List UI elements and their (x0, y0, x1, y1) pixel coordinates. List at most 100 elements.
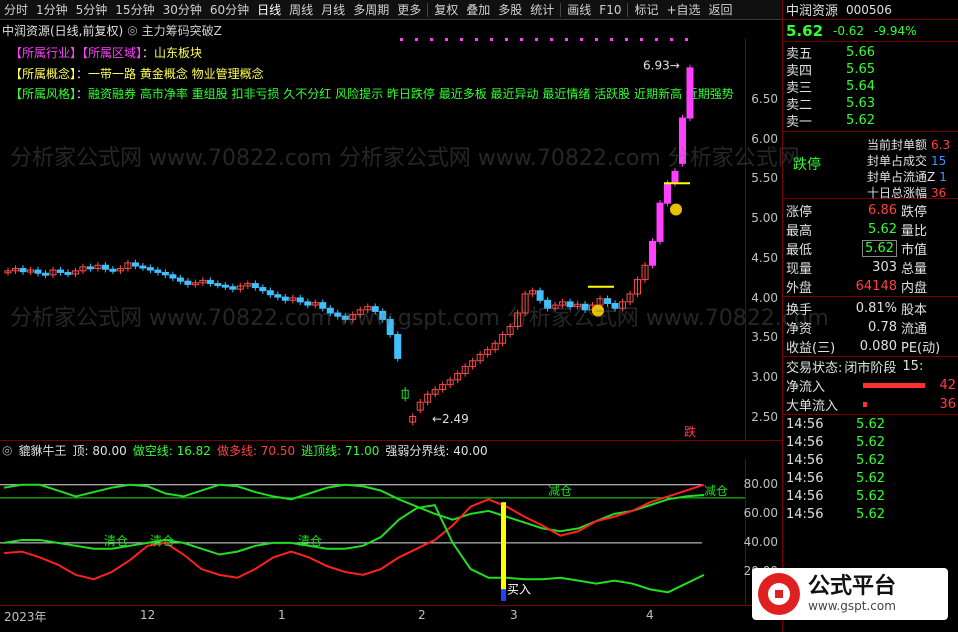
signal-dot (445, 38, 448, 41)
indicator-value: 做空线: 16.82 (132, 443, 211, 458)
toolbar-item[interactable]: 多股 (494, 0, 526, 19)
candle-body (64, 271, 72, 275)
formula-name[interactable]: 主力筹码突破Z (142, 22, 222, 39)
toolbar-item[interactable]: 统计 (526, 0, 558, 19)
gongshi-logo-icon (758, 573, 800, 615)
indicator-value: 逃顶线: 71.00 (301, 443, 380, 458)
candle-body (686, 67, 694, 119)
limit-tag: 跌 (684, 424, 696, 439)
signal-dot (535, 38, 538, 41)
candle-body (679, 117, 687, 164)
candlestick-chart[interactable]: 6.93→ ←2.49 跌 (0, 38, 745, 440)
candle-body (566, 301, 574, 308)
candle-body (671, 170, 679, 184)
price-tick: 3.50 (751, 330, 778, 345)
toolbar-item[interactable]: 日线 (253, 0, 285, 19)
price-tick: 5.00 (751, 211, 778, 226)
toolbar-item[interactable]: +自选 (662, 0, 704, 19)
candle-body (161, 271, 169, 276)
quote-price-row: 5.62 -0.62 -9.94% (783, 20, 958, 42)
candle-body (146, 267, 154, 271)
limit-status: 跌停 (793, 157, 821, 173)
candle-body (334, 312, 342, 317)
candle-body (304, 301, 312, 306)
candle-body (139, 265, 147, 269)
quote-stock-name: 中润资源 (786, 4, 839, 19)
toolbar-item[interactable]: 更多 (393, 0, 425, 19)
price-change-pct: -9.94% (874, 23, 917, 38)
toolbar-item[interactable]: 5分钟 (72, 0, 112, 19)
candle-body (56, 269, 64, 273)
toolbar-item[interactable]: 画线 (563, 0, 595, 19)
toolbar-item[interactable]: F10 (595, 0, 625, 19)
stock-title: 中润资源(日线,前复权) (2, 23, 124, 38)
stats-block: 涨停 6.86 跌停 最高 5.62 量比 最低 5.62 市值 现量 303 总量 外盘 641… (786, 203, 928, 296)
toolbar-item[interactable]: 分时 (0, 0, 32, 19)
indicator-toggle-icon[interactable]: ◎ (2, 443, 12, 457)
clear-label: 清仓 (104, 534, 128, 548)
candle-body (656, 202, 664, 242)
signal-dot (430, 38, 433, 41)
candle-body (131, 262, 139, 267)
candle-body (371, 306, 379, 312)
candle-body (649, 240, 657, 266)
ask-4[interactable]: 卖四 5.65 (783, 61, 958, 79)
date-tick: 4 (646, 608, 654, 622)
candle-body (19, 267, 27, 273)
ask-2[interactable]: 卖二 5.63 (783, 95, 958, 113)
clear-label: 清仓 (150, 534, 174, 548)
buy-label: 买入 (507, 583, 531, 597)
formula-toggle-icon[interactable]: ◎ (127, 23, 137, 37)
last-price: 5.62 (786, 21, 824, 40)
signal-dot (610, 38, 613, 41)
reduce-label: 减仓 (548, 484, 572, 498)
toolbar-item[interactable]: 周线 (285, 0, 317, 19)
buy-bar (501, 502, 506, 590)
toolbar-item[interactable]: 15分钟 (111, 0, 158, 19)
candle-body (206, 279, 214, 285)
candle-body (341, 315, 349, 320)
ask-5[interactable]: 卖五 5.66 (783, 44, 958, 62)
buy-bar-base (501, 589, 506, 601)
toolbar-item[interactable]: 多周期 (349, 0, 393, 19)
signal-dot (625, 38, 628, 41)
ask-1[interactable]: 卖一 5.62 (783, 112, 958, 130)
price-tick: 4.50 (751, 250, 778, 265)
clear-label: 清仓 (298, 534, 322, 548)
high-label: 6.93→ (643, 58, 680, 72)
signal-dot (520, 38, 523, 41)
money-bag-icon (592, 304, 604, 317)
indicator-value: 顶: 80.00 (72, 443, 127, 458)
green-line-upper (3, 483, 705, 533)
toolbar-item[interactable]: 返回 (705, 0, 737, 19)
toolbar-item[interactable]: 月线 (317, 0, 349, 19)
indicator-chart[interactable]: 清仓 清仓 清仓 减仓 减仓买入 (0, 459, 745, 605)
candle-body (581, 303, 589, 311)
toolbar-item[interactable]: 复权 (430, 0, 462, 19)
candle-body (394, 334, 402, 359)
quote-stock-code: 000506 (846, 2, 892, 17)
indicator-tick: 80.00 (743, 476, 778, 491)
candle-body (229, 286, 237, 290)
ask-3[interactable]: 卖三 5.64 (783, 78, 958, 96)
candle-body (41, 272, 49, 276)
chart-header: 中润资源(日线,前复权) ◎ 主力筹码突破Z (2, 21, 222, 39)
signal-dot (460, 38, 463, 41)
indicator-tick: 40.00 (743, 534, 778, 549)
toolbar-item[interactable]: 30分钟 (159, 0, 206, 19)
indicator-tick: 60.00 (743, 505, 778, 520)
low-label: ←2.49 (432, 412, 469, 426)
candle-body (536, 290, 544, 301)
toolbar-item[interactable]: 1分钟 (32, 0, 72, 19)
candle-body (296, 297, 304, 303)
signal-dot (580, 38, 583, 41)
candle-body (251, 283, 259, 289)
toolbar-item[interactable]: 60分钟 (206, 0, 253, 19)
toolbar-item[interactable]: 标记 (630, 0, 662, 19)
indicator-name[interactable]: 貔貅牛王 (18, 442, 66, 459)
toolbar-item[interactable]: 叠加 (462, 0, 494, 19)
price-change: -0.62 (833, 23, 865, 38)
date-tick: 1 (278, 608, 286, 622)
money-bag-icon (670, 203, 682, 216)
signal-dot (505, 38, 508, 41)
